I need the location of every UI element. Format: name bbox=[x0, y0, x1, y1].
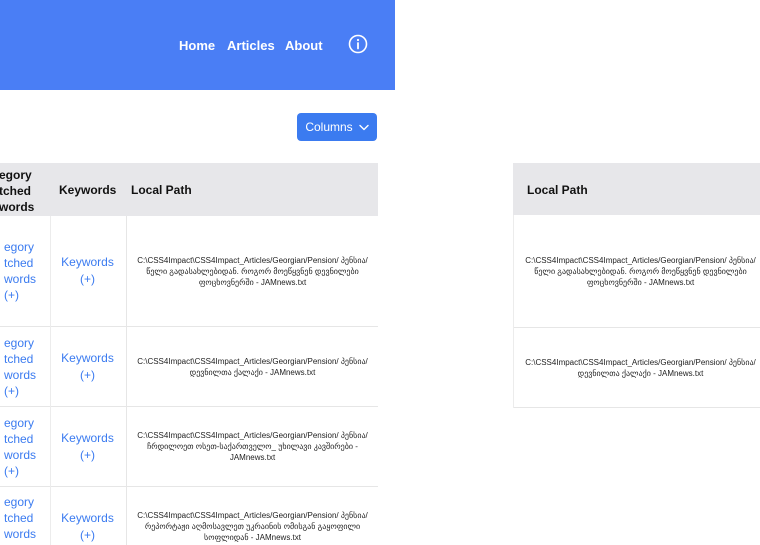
nav-articles-link[interactable]: Articles bbox=[227, 38, 275, 53]
keywords-label: Keywords bbox=[61, 350, 114, 365]
column-divider bbox=[50, 216, 51, 545]
category-text: words bbox=[4, 367, 37, 382]
category-text: tched bbox=[4, 511, 34, 525]
pinned-table-header: Local Path bbox=[513, 163, 760, 215]
table-row: egory tched words (+) Keywords (+) C:\CS… bbox=[0, 407, 378, 487]
keywords-expand: (+) bbox=[80, 272, 95, 286]
category-text: words bbox=[4, 447, 37, 462]
category-text: words bbox=[4, 272, 37, 286]
category-text: egory bbox=[4, 495, 35, 509]
keywords-label: Keywords bbox=[61, 510, 114, 525]
top-navbar: Home Articles About bbox=[0, 0, 395, 90]
local-path-cell: C:\CSS4Impact\CSS4Impact_Articles/Georgi… bbox=[126, 327, 378, 406]
table-row: egory tched words (+) Keywords (+) C:\CS… bbox=[0, 327, 378, 407]
local-path-cell: C:\CSS4Impact\CSS4Impact_Articles/Georgi… bbox=[126, 487, 378, 545]
keywords-expand: (+) bbox=[80, 447, 95, 462]
category-text: tched bbox=[4, 351, 34, 366]
category-text: egory bbox=[4, 335, 35, 350]
nav-home-link[interactable]: Home bbox=[179, 38, 215, 53]
info-circle-icon[interactable] bbox=[348, 34, 368, 54]
header-category-line: egory bbox=[0, 168, 32, 182]
category-matched-keywords-cell[interactable]: egory tched words (+) bbox=[0, 216, 50, 326]
chevron-down-icon bbox=[358, 124, 369, 130]
table-row: C:\CSS4Impact\CSS4Impact_Articles/Georgi… bbox=[513, 328, 760, 408]
header-category-line: tched bbox=[0, 184, 32, 198]
keywords-label: Keywords bbox=[61, 255, 114, 269]
results-table: egory tched words Keywords Local Path eg… bbox=[0, 163, 378, 545]
pinned-header-local-path[interactable]: Local Path bbox=[527, 183, 588, 197]
local-path-cell: C:\CSS4Impact\CSS4Impact_Articles/Georgi… bbox=[525, 255, 756, 287]
category-text: egory bbox=[4, 240, 35, 254]
keywords-label: Keywords bbox=[61, 430, 114, 445]
table-row: egory tched words Keywords (+) C:\CSS4Im… bbox=[0, 487, 378, 545]
keywords-link[interactable]: Keywords (+) bbox=[50, 487, 125, 545]
pinned-local-path-table: Local Path C:\CSS4Impact\CSS4Impact_Arti… bbox=[513, 163, 760, 408]
header-local-path[interactable]: Local Path bbox=[131, 183, 192, 197]
category-text: words bbox=[4, 527, 37, 541]
columns-button-label: Columns bbox=[305, 120, 353, 134]
keywords-link[interactable]: Keywords (+) bbox=[50, 327, 125, 406]
keywords-expand: (+) bbox=[80, 527, 95, 542]
category-matched-keywords-cell[interactable]: egory tched words bbox=[0, 487, 50, 545]
header-category-line: words bbox=[0, 200, 35, 214]
category-text: egory bbox=[4, 415, 35, 430]
category-text: tched bbox=[4, 256, 34, 270]
category-text: (+) bbox=[4, 288, 19, 302]
local-path-cell: C:\CSS4Impact\CSS4Impact_Articles/Georgi… bbox=[525, 357, 756, 378]
columns-dropdown-button[interactable]: Columns bbox=[297, 113, 377, 141]
category-text: (+) bbox=[4, 383, 19, 398]
table-row: egory tched words (+) Keywords (+) C:\CS… bbox=[0, 216, 378, 327]
local-path-cell: C:\CSS4Impact\CSS4Impact_Articles/Georgi… bbox=[126, 216, 378, 326]
table-row: C:\CSS4Impact\CSS4Impact_Articles/Georgi… bbox=[513, 215, 760, 328]
pinned-table-border bbox=[513, 215, 514, 408]
local-path-cell: C:\CSS4Impact\CSS4Impact_Articles/Georgi… bbox=[126, 407, 378, 486]
keywords-link[interactable]: Keywords (+) bbox=[50, 407, 125, 486]
nav-about-link[interactable]: About bbox=[285, 38, 323, 53]
category-text: (+) bbox=[4, 463, 19, 478]
table-header: egory tched words Keywords Local Path bbox=[0, 163, 378, 216]
category-matched-keywords-cell[interactable]: egory tched words (+) bbox=[0, 407, 50, 486]
header-keywords[interactable]: Keywords bbox=[59, 183, 116, 197]
category-matched-keywords-cell[interactable]: egory tched words (+) bbox=[0, 327, 50, 406]
header-category-matched-keywords[interactable]: egory tched words bbox=[0, 167, 50, 215]
category-text: tched bbox=[4, 431, 34, 446]
keywords-expand: (+) bbox=[80, 367, 95, 382]
keywords-link[interactable]: Keywords (+) bbox=[50, 216, 125, 326]
